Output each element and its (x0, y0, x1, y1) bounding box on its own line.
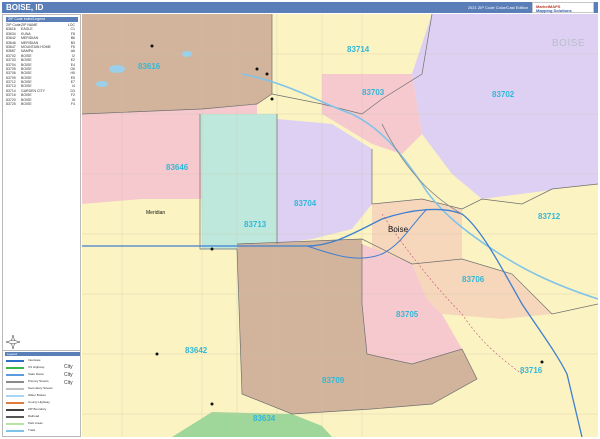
zip-label-83712: 83712 (538, 212, 561, 221)
city-key-label: City (64, 372, 73, 378)
map-key-symbol (6, 430, 24, 432)
map-key-symbol (6, 402, 24, 404)
map-key-row: Water Bodies (6, 393, 78, 400)
zip-code-map[interactable]: BOISE 83714 83616 83703 83702 83646 8370… (82, 14, 598, 437)
map-key-label: Trails (28, 428, 36, 432)
map-key-row: Railroad (6, 414, 78, 421)
map-key-symbol (6, 409, 24, 411)
zip-label-83706: 83706 (462, 275, 485, 284)
zip-area-83646 (82, 109, 202, 204)
map-key-row: Secondary Streets (6, 386, 78, 393)
watermark-label: BOISE (552, 38, 586, 49)
map-key-heading: Legend (5, 352, 80, 356)
zip-index-rows: 83616 EAGLE C1 83634 KUNA F8 83642 MERIDIAN B6 83… (6, 27, 78, 106)
zip-label-83634: 83634 (253, 414, 276, 423)
zip-label-83704: 83704 (294, 199, 317, 208)
edition-label: 2021 ZIP Code Color/Cast Edition (467, 5, 528, 10)
map-key-label: State Route (28, 372, 44, 376)
map-key-row: Park Areas (6, 421, 78, 428)
map-key-label: County Highway (28, 400, 50, 404)
map-key-label: Park Areas (28, 421, 43, 425)
zip-index-loc: F4 (70, 102, 75, 107)
map-key-label: Railroad (28, 414, 40, 418)
map-key-symbol (6, 423, 24, 425)
map-key-symbol (6, 416, 24, 418)
map-key-label: ZIP Boundary (28, 407, 47, 411)
zip-label-83642: 83642 (185, 346, 208, 355)
zip-label-83714: 83714 (347, 45, 370, 54)
zip-label-83709: 83709 (322, 376, 345, 385)
map-key-symbol (6, 395, 24, 397)
city-key-label: City (64, 380, 73, 386)
map-key-symbol (6, 381, 24, 383)
zip-label-83716: 83716 (520, 366, 543, 375)
zip-label-83646: 83646 (166, 163, 189, 172)
zip-label-83616: 83616 (138, 62, 161, 71)
map-key-row: ZIP Boundary (6, 407, 78, 414)
brand-tagline: Mapping Solutions (536, 8, 572, 13)
zip-label-83705: 83705 (396, 310, 419, 319)
title-bar: BOISE, ID 2021 ZIP Code Color/Cast Editi… (2, 2, 598, 13)
zip-label-83703: 83703 (362, 88, 385, 97)
map-key-label: Interstate (28, 358, 41, 362)
zip-index-heading: ZIP Code Index/Legend (6, 17, 78, 22)
city-label-meridian: Meridian (146, 210, 166, 216)
map-key-label: US Highway (28, 365, 45, 369)
map-key-label: Water Bodies (28, 393, 46, 397)
zip-index-table: ZIP Code ZIP NAME LOC 83616 EAGLE C1 83634 K… (6, 23, 78, 106)
zip-label-83713: 83713 (244, 220, 267, 229)
map-key-label: Primary Streets (28, 379, 49, 383)
brand-logo: MarketMAPS Mapping Solutions (532, 2, 594, 13)
map-key-symbol (6, 360, 24, 362)
map-key-row: County Highway (6, 400, 78, 407)
zip-label-83702: 83702 (492, 90, 515, 99)
zip-area-83616 (82, 14, 272, 114)
map-key-symbol (6, 388, 24, 390)
map-key-symbol (6, 367, 24, 369)
map-poster: BOISE, ID 2021 ZIP Code Color/Cast Editi… (0, 0, 600, 439)
zip-index-row: 83725 BOISE F4 (6, 102, 78, 106)
map-key-symbol (6, 374, 24, 376)
city-key-label: City (64, 364, 73, 370)
compass-icon (6, 335, 20, 349)
zip-index-name: BOISE (21, 102, 32, 107)
zip-index-code: 83725 (6, 102, 16, 107)
map-title: BOISE, ID (6, 3, 44, 12)
map-key-row: Trails (6, 428, 78, 435)
map-key-label: Secondary Streets (28, 386, 53, 390)
city-label-boise: Boise (388, 225, 409, 234)
